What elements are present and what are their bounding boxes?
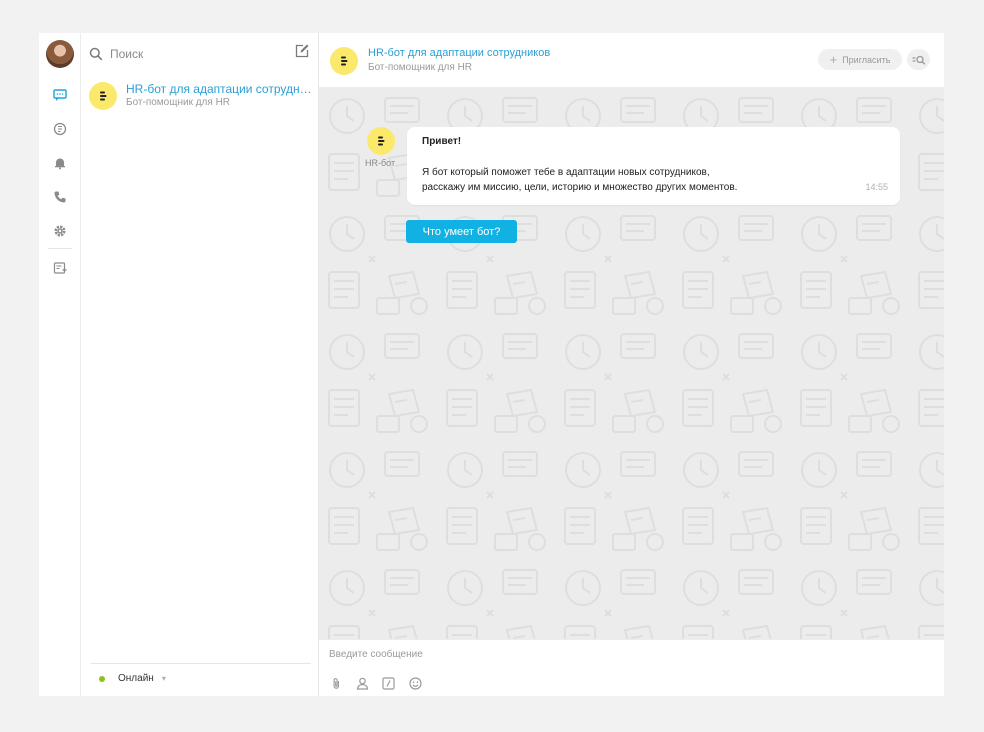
user-avatar[interactable] — [46, 40, 74, 68]
what-can-bot-do-button[interactable]: Что умеет бот? — [406, 220, 517, 243]
chat-list-item[interactable]: HR-бот для адаптации сотрудни... Бот-пом… — [81, 77, 319, 117]
chat-list-panel: HR-бот для адаптации сотрудни... Бот-пом… — [81, 33, 319, 696]
chat-item-subtitle: Бот-помощник для HR — [126, 97, 231, 108]
online-status-selector[interactable]: Онлайн ▾ — [99, 673, 166, 684]
chevron-down-icon: ▾ — [161, 674, 166, 683]
message-feed[interactable]: HR-бот Привет! Я бот который поможет теб… — [319, 88, 944, 639]
message-composer — [319, 639, 944, 696]
contact-icon[interactable] — [355, 676, 369, 690]
messenger-app: HR-бот для адаптации сотрудни... Бот-пом… — [39, 33, 944, 696]
icon-rail — [39, 33, 81, 696]
plus-icon: + — [829, 52, 838, 67]
status-divider — [91, 663, 311, 664]
message-avatar[interactable] — [367, 127, 397, 155]
chat-icon[interactable] — [51, 86, 69, 104]
message-text-line: расскажу им миссию, цели, историю и множ… — [422, 182, 738, 193]
bot-logo-icon — [341, 56, 348, 66]
bot-avatar — [89, 82, 117, 110]
message-input[interactable] — [329, 646, 929, 662]
invite-label: Пригласить — [842, 54, 891, 65]
emoji-icon[interactable] — [408, 676, 422, 690]
bot-logo-icon — [378, 136, 385, 146]
notifications-icon[interactable] — [51, 154, 69, 172]
message-bot-avatar — [367, 127, 395, 155]
message-title: Привет! — [422, 136, 462, 147]
command-icon[interactable] — [381, 676, 395, 690]
search-icon — [89, 47, 103, 61]
chat-subtitle: Бот-помощник для HR — [368, 62, 473, 73]
message-text-line: Я бот который поможет тебе в адаптации н… — [422, 167, 710, 178]
attach-icon[interactable] — [329, 676, 343, 690]
search-box[interactable] — [89, 44, 309, 64]
rail-divider — [48, 248, 72, 249]
online-status-label: Онлайн — [118, 673, 154, 684]
invite-button[interactable]: + Пригласить — [818, 49, 902, 70]
bot-logo-icon — [100, 91, 107, 101]
compose-icon[interactable] — [294, 43, 310, 59]
message-bubble: Привет! Я бот который поможет тебе в ада… — [407, 127, 900, 205]
search-messages-button[interactable] — [907, 49, 930, 70]
chat-main: HR-бот для адаптации сотрудников Бот-пом… — [319, 33, 944, 696]
chat-header: HR-бот для адаптации сотрудников Бот-пом… — [319, 33, 944, 88]
message-time: 14:55 — [865, 182, 888, 192]
contacts-icon[interactable] — [51, 259, 69, 277]
settings-icon[interactable] — [51, 222, 69, 240]
calls-icon[interactable] — [51, 188, 69, 206]
chat-item-title: HR-бот для адаптации сотрудни... — [126, 82, 316, 96]
chat-title[interactable]: HR-бот для адаптации сотрудников — [368, 47, 550, 59]
channels-icon[interactable] — [51, 120, 69, 138]
online-dot-icon — [99, 675, 105, 682]
message-author: HR-бот — [365, 158, 396, 168]
search-input[interactable] — [110, 47, 280, 61]
header-bot-avatar[interactable] — [330, 47, 358, 75]
search-messages-icon — [912, 55, 925, 65]
